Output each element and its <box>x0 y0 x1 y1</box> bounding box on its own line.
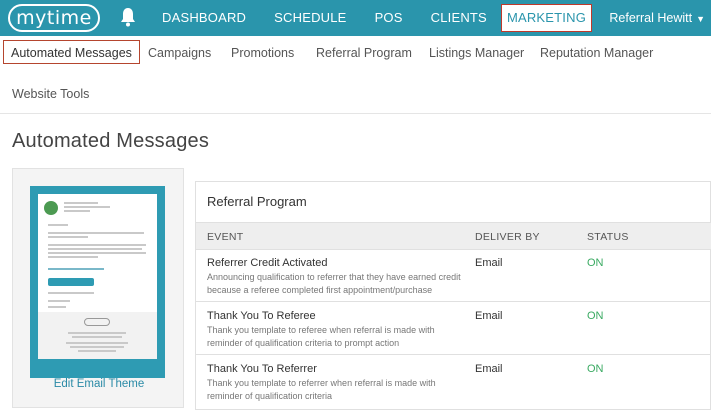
deliver-by: Email <box>475 310 503 322</box>
table-row[interactable]: Thank You To Referrer Thank you template… <box>196 356 711 408</box>
edit-email-theme-link[interactable]: Edit Email Theme <box>13 378 185 390</box>
subnav-reputation-manager[interactable]: Reputation Manager <box>540 41 653 65</box>
status-toggle[interactable]: ON <box>587 363 604 375</box>
deliver-by: Email <box>475 257 503 269</box>
column-status: STATUS <box>587 231 629 243</box>
card-title: Referral Program <box>207 194 307 209</box>
referral-program-card: Referral Program EVENT DELIVER BY STATUS… <box>195 181 711 410</box>
column-event: EVENT <box>207 231 244 243</box>
event-description: Announcing qualification to referrer tha… <box>207 272 461 295</box>
subnav-referral-program[interactable]: Referral Program <box>316 41 412 65</box>
mytime-logo[interactable]: mytime <box>8 3 100 33</box>
subnav-promotions[interactable]: Promotions <box>231 41 294 65</box>
caret-down-icon: ▼ <box>696 14 705 24</box>
event-name: Thank You To Referrer <box>207 363 317 375</box>
status-toggle[interactable]: ON <box>587 310 604 322</box>
email-preview-body <box>38 194 157 359</box>
nav-schedule[interactable]: SCHEDULE <box>260 0 360 36</box>
top-navigation-bar: mytime DASHBOARD SCHEDULE POS CLIENTS MA… <box>0 0 711 36</box>
nav-dashboard[interactable]: DASHBOARD <box>148 0 260 36</box>
event-description: Thank you template to referee when refer… <box>207 325 435 348</box>
email-theme-preview[interactable] <box>30 186 165 378</box>
subnav-campaigns[interactable]: Campaigns <box>148 41 211 65</box>
user-name: Referral Hewitt <box>609 11 693 25</box>
page-title: Automated Messages <box>12 130 210 152</box>
business-logo-icon <box>44 201 58 215</box>
event-name: Thank You To Referee <box>207 310 316 322</box>
user-menu[interactable]: Referral Hewitt ▼ <box>609 0 705 36</box>
nav-clients[interactable]: CLIENTS <box>417 0 501 36</box>
logo-text: mytime <box>8 4 100 32</box>
nav-marketing[interactable]: MARKETING <box>500 4 593 32</box>
main-nav: DASHBOARD SCHEDULE POS CLIENTS MARKETING <box>148 0 593 36</box>
nav-pos[interactable]: POS <box>361 0 417 36</box>
email-preview-button <box>48 278 94 286</box>
subnav-automated-messages[interactable]: Automated Messages <box>3 40 140 64</box>
marketing-subnav: Automated Messages Campaigns Promotions … <box>0 36 711 114</box>
email-preview-footer <box>38 312 157 359</box>
mytime-footer-logo-icon <box>84 318 110 326</box>
event-description: Thank you template to referrer when refe… <box>207 378 436 401</box>
status-toggle[interactable]: ON <box>587 257 604 269</box>
email-theme-panel: Edit Email Theme <box>12 168 184 408</box>
table-row[interactable]: Thank You To Referee Thank you template … <box>196 303 711 355</box>
table-row[interactable]: Referrer Credit Activated Announcing qua… <box>196 250 711 302</box>
deliver-by: Email <box>475 363 503 375</box>
column-deliver-by: DELIVER BY <box>475 231 540 243</box>
subnav-website-tools[interactable]: Website Tools <box>12 82 89 106</box>
table-header: EVENT DELIVER BY STATUS <box>196 222 711 250</box>
bell-icon[interactable] <box>120 7 136 27</box>
subnav-listings-manager[interactable]: Listings Manager <box>429 41 524 65</box>
event-name: Referrer Credit Activated <box>207 257 328 269</box>
